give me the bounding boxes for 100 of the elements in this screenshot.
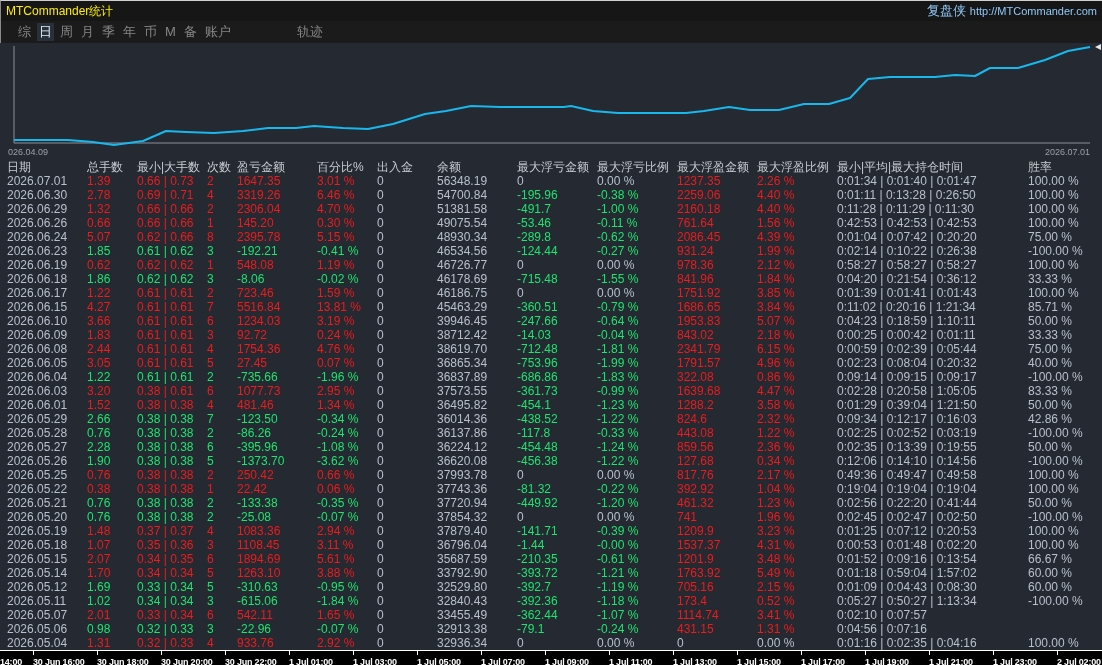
table-cell-text: 100.00 % — [1028, 202, 1080, 216]
table-cell-text: 0:01:39 | 0:01:41 | 0:01:43 — [837, 286, 978, 300]
table-cell-text: -100.00 % — [1028, 510, 1084, 524]
table-cell-text: 723.46 — [237, 286, 275, 300]
tab[interactable]: 轨迹 — [294, 23, 325, 41]
table-cell-text: -1.21 % — [597, 566, 640, 580]
tab[interactable]: 季 — [100, 23, 117, 41]
table-cell-text: 0.34 % — [757, 454, 796, 468]
table-cell-text: 0.00 % — [597, 468, 636, 482]
table-cell-text: 0.76 — [87, 496, 112, 510]
table-cell-text: 5 — [207, 356, 215, 370]
table-cell-text: 60.00 % — [1028, 566, 1074, 580]
table-cell-text: 27.45 — [237, 356, 269, 370]
tab[interactable]: 日 — [37, 23, 54, 41]
table-cell-text: -1.99 % — [597, 356, 640, 370]
table-cell-text: 2026.06.15 — [7, 300, 69, 314]
table-cell-text: 481.46 — [237, 398, 275, 412]
table-cell-text: 66.67 % — [1028, 552, 1074, 566]
brand-label: 复盘侠 — [926, 2, 966, 20]
table-cell-text: 0.61 | 0.61 — [137, 286, 195, 300]
table-cell-text: 2.94 % — [317, 524, 356, 538]
tab[interactable]: 备 — [181, 23, 199, 41]
tab[interactable]: 年 — [121, 23, 138, 41]
table-cell-text: 0.32 | 0.33 — [137, 636, 195, 650]
table-cell-text: 1751.92 — [677, 286, 722, 300]
table-cell-text: -1.44 — [517, 538, 546, 552]
time-axis-label: 1 Jul 19:00 — [865, 656, 909, 665]
table-cell-text: 0:04:20 | 0:21:54 | 0:36:12 — [837, 272, 978, 286]
table-cell-text: 37720.94 — [437, 496, 489, 510]
table-cell-text: -14.03 — [517, 328, 553, 342]
table-cell-text: 3.88 % — [317, 566, 356, 580]
table-cell-text: 0.24 % — [317, 328, 356, 342]
tab[interactable]: M — [163, 23, 178, 41]
table-cell-text: -0.24 % — [597, 622, 640, 636]
table-cell-text: 0.62 | 0.66 — [137, 230, 195, 244]
table-cell-text: -615.06 — [237, 594, 279, 608]
table-cell-text: -0.95 % — [317, 580, 360, 594]
table-cell-text: 0 — [377, 342, 385, 356]
table-cell-text: 46186.75 — [437, 286, 489, 300]
table-cell-text: 0:00:53 | 0:01:48 | 0:02:20 — [837, 538, 978, 552]
table-cell-text: 2026.05.04 — [7, 636, 69, 650]
tab[interactable]: 账户 — [202, 23, 233, 41]
table-cell-text: -392.7 — [517, 580, 553, 594]
tab[interactable]: 币 — [142, 23, 159, 41]
column-header: 最小|平均|最大持仓时间 — [837, 160, 965, 174]
table-cell-text: 2160.18 — [677, 202, 722, 216]
table-cell-text: -0.11 % — [597, 216, 639, 230]
table-cell-text: 36865.34 — [437, 356, 489, 370]
table-cell-text: 1.56 % — [757, 216, 796, 230]
table-cell-text: 2026.06.24 — [7, 230, 69, 244]
table-cell-text: 2026.05.18 — [7, 538, 69, 552]
table-cell-text: 39946.45 — [437, 314, 489, 328]
table-cell-text: 13.81 % — [317, 300, 363, 314]
table-cell-text: -456.38 — [517, 454, 559, 468]
table-cell-text: 1 — [207, 216, 215, 230]
table-cell-text: 0.34 | 0.34 — [137, 566, 195, 580]
table-cell-text: 50.00 % — [1028, 496, 1074, 510]
tab[interactable]: 月 — [79, 23, 96, 41]
table-cell-text: 322.08 — [677, 370, 715, 384]
table-cell-text: 1083.36 — [237, 524, 282, 538]
table-cell-text: 705.16 — [677, 580, 715, 594]
table-cell-text: 0.32 | 0.33 — [137, 622, 195, 636]
tab[interactable]: 综 — [16, 23, 33, 41]
table-cell-text: 5.07 — [87, 230, 112, 244]
table-cell-text: 0.38 — [87, 482, 112, 496]
table-cell-text: 0:02:28 | 0:20:58 | 1:05:05 — [837, 384, 978, 398]
table-cell-text: 0.66 — [87, 216, 112, 230]
tab[interactable]: 周 — [58, 23, 75, 41]
table-cell-text: 33792.90 — [437, 566, 489, 580]
table-cell-text: 1.31 — [87, 636, 112, 650]
table-cell-text: 0:58:27 | 0:58:27 | 0:58:27 — [837, 258, 978, 272]
table-cell-text: 4.40 % — [757, 188, 796, 202]
table-cell-text: 0.62 | 0.62 — [137, 258, 195, 272]
table-cell-text: -247.66 — [517, 314, 559, 328]
time-axis-label: 14:00 — [0, 656, 23, 665]
table-cell-text: -0.24 % — [317, 426, 360, 440]
table-cell-text: 1.86 — [87, 272, 112, 286]
table-cell-text: 36495.82 — [437, 398, 489, 412]
table-cell-text: 0 — [377, 524, 385, 538]
table-cell-text: 0.38 | 0.38 — [137, 496, 195, 510]
website-link[interactable]: http://MTCommander.com — [969, 5, 1097, 17]
table-cell-text: 2.18 % — [757, 328, 796, 342]
table-cell-text: 2026.05.26 — [7, 454, 69, 468]
table-cell-text: -0.34 % — [317, 412, 360, 426]
table-cell-text: 0 — [677, 636, 685, 650]
table-cell-text: 1953.83 — [677, 314, 722, 328]
table-cell-text: 0:01:16 | 0:02:35 | 0:04:16 — [837, 636, 978, 650]
axis-date-label: 2026.07.01 — [1044, 146, 1090, 158]
table-cell-text: 54700.84 — [437, 188, 489, 202]
table-cell-text: -735.66 — [237, 370, 279, 384]
table-cell-text: 1.69 — [87, 580, 112, 594]
table-cell-text: 0:01:18 | 0:59:04 | 1:57:02 — [837, 566, 978, 580]
table-cell-text: -454.48 — [517, 440, 559, 454]
table-cell-text: 2 — [207, 496, 215, 510]
table-cell-text: -1.55 % — [597, 272, 640, 286]
table-cell-text: 0.07 % — [317, 356, 356, 370]
table-cell-text: 6.46 % — [317, 188, 356, 202]
table-cell-text: 1.07 — [87, 538, 112, 552]
table-cell-text: 1686.65 — [677, 300, 722, 314]
table-cell-text: 0 — [377, 286, 385, 300]
